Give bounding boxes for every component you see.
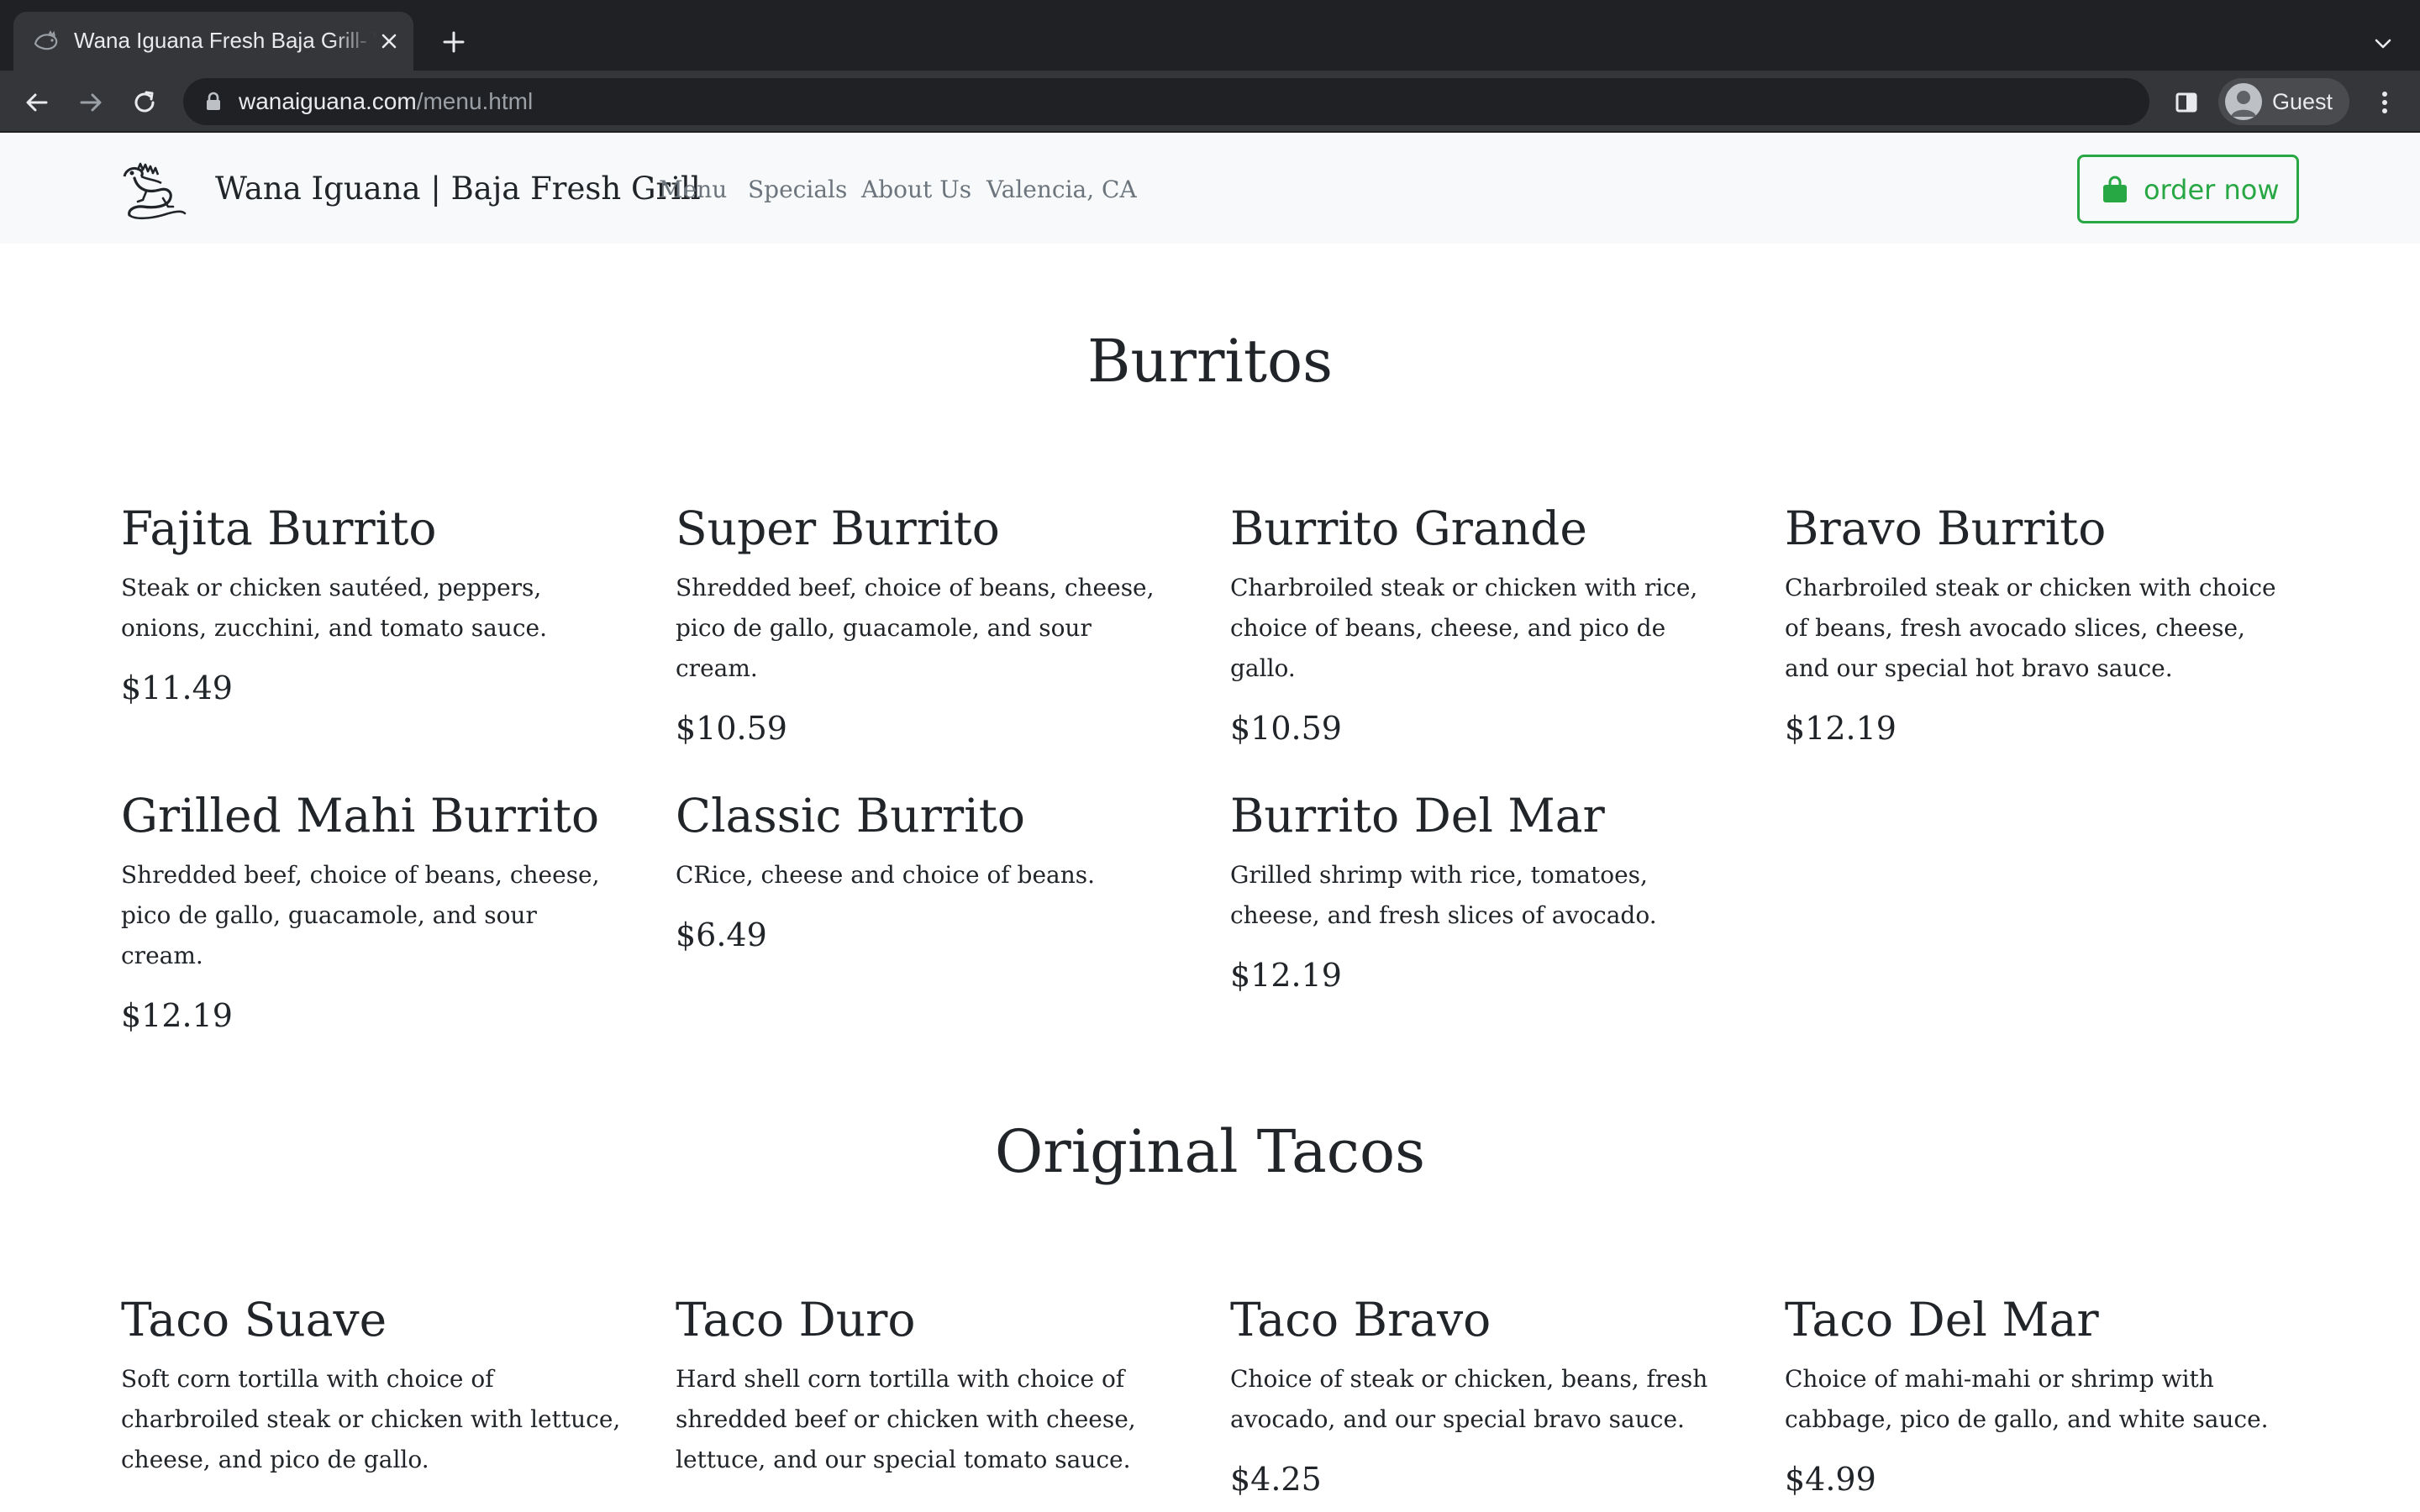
url-text[interactable]: wanaiguana.com/menu.html (239, 87, 533, 117)
menu-item: Fajita Burrito Steak or chicken sautéed,… (121, 499, 625, 709)
tab-title: Wana Iguana Fresh Baja Grill- Valencia, … (74, 28, 376, 53)
reload-icon[interactable] (126, 84, 163, 121)
item-name: Super Burrito (676, 501, 1000, 555)
item-description: Soft corn tortilla with choice of charbr… (121, 1365, 621, 1473)
item-price: $10.59 (676, 710, 787, 747)
section-title-original-tacos: Original Tacos (994, 1117, 1426, 1186)
order-now-button[interactable]: order now (2077, 155, 2299, 223)
item-price: $11.49 (121, 669, 233, 706)
item-name: Taco Bravo (1230, 1293, 1491, 1347)
menu-item: Classic Burrito CRice, cheese and choice… (676, 786, 1180, 956)
item-price: $4.99 (1785, 1461, 1876, 1498)
item-name: Taco Del Mar (1785, 1293, 2099, 1347)
item-description: Choice of mahi-mahi or shrimp with cabba… (1785, 1365, 2269, 1433)
item-description: Charbroiled steak or chicken with rice, … (1230, 574, 1698, 682)
item-description: CRice, cheese and choice of beans. (676, 861, 1096, 889)
guest-avatar-icon (2225, 83, 2262, 120)
item-price: $6.49 (676, 916, 767, 953)
browser-tab[interactable]: Wana Iguana Fresh Baja Grill- Valencia, … (13, 12, 413, 71)
order-now-label: order now (2144, 174, 2280, 206)
menu-item: Bravo Burrito Charbroiled steak or chick… (1785, 499, 2289, 749)
item-price: $4.25 (1230, 1461, 1322, 1498)
browser-toolbar: wanaiguana.com/menu.html Guest (0, 71, 2420, 133)
item-description: Choice of steak or chicken, beans, fresh… (1230, 1365, 1708, 1433)
menu-item: Burrito Grande Charbroiled steak or chic… (1230, 499, 1734, 749)
close-tab-icon[interactable] (373, 25, 405, 57)
item-name: Classic Burrito (676, 789, 1026, 843)
url-host: wanaiguana.com (239, 88, 417, 114)
site-navbar: Wana Iguana | Baja Fresh Grill Menu Spec… (0, 134, 2420, 244)
item-description: Hard shell corn tortilla with choice of … (676, 1365, 1136, 1473)
side-panel-icon[interactable] (2168, 84, 2205, 121)
item-price: $10.59 (1230, 710, 1342, 747)
section-title-burritos: Burritos (1086, 327, 1334, 396)
item-description: Shredded beef, choice of beans, cheese, … (676, 574, 1155, 682)
item-name: Fajita Burrito (121, 501, 437, 555)
nav-link-location[interactable]: Valencia, CA (986, 173, 1137, 207)
menu-item: Grilled Mahi Burrito Shredded beef, choi… (121, 786, 625, 1037)
shopping-bag-icon (2103, 176, 2127, 202)
menu-item: Super Burrito Shredded beef, choice of b… (676, 499, 1180, 749)
browser-tab-strip: Wana Iguana Fresh Baja Grill- Valencia, … (0, 0, 2420, 71)
menu-item: Taco Del Mar Choice of mahi-mahi or shri… (1785, 1290, 2289, 1500)
menu-item: Taco Duro Hard shell corn tortilla with … (676, 1290, 1180, 1499)
new-tab-plus-icon[interactable] (435, 24, 472, 60)
nav-link-about-us[interactable]: About Us (861, 173, 971, 207)
url-path: /menu.html (416, 88, 534, 114)
more-vertical-icon[interactable] (2366, 84, 2403, 121)
item-name: Bravo Burrito (1785, 501, 2107, 555)
tab-search-chevron-down-icon[interactable] (2365, 25, 2402, 62)
address-bar[interactable]: wanaiguana.com/menu.html (183, 78, 2149, 125)
item-price: $12.19 (1785, 710, 1897, 747)
item-name: Burrito Del Mar (1230, 789, 1605, 843)
item-price: $12.19 (121, 997, 233, 1034)
nav-link-menu[interactable]: Menu (659, 173, 727, 207)
item-name: Burrito Grande (1230, 501, 1587, 555)
item-price: $12.19 (1230, 957, 1342, 994)
iguana-logo-icon[interactable] (118, 151, 190, 223)
menu-item: Taco Bravo Choice of steak or chicken, b… (1230, 1290, 1734, 1500)
forward-arrow-icon[interactable] (72, 84, 109, 121)
back-arrow-icon[interactable] (18, 84, 55, 121)
profile-label: Guest (2272, 89, 2333, 114)
iguana-favicon-icon (34, 29, 58, 50)
item-description: Steak or chicken sautéed, peppers, onion… (121, 574, 547, 642)
item-description: Shredded beef, choice of beans, cheese, … (121, 861, 600, 969)
menu-item: Burrito Del Mar Grilled shrimp with rice… (1230, 786, 1734, 996)
brand-name[interactable]: Wana Iguana | Baja Fresh Grill (215, 168, 701, 210)
item-description: Charbroiled steak or chicken with choice… (1785, 574, 2276, 682)
nav-link-specials[interactable]: Specials (748, 173, 847, 207)
item-name: Taco Duro (676, 1293, 916, 1347)
item-name: Grilled Mahi Burrito (121, 789, 600, 843)
item-name: Taco Suave (121, 1293, 387, 1347)
menu-item: Taco Suave Soft corn tortilla with choic… (121, 1290, 625, 1499)
item-description: Grilled shrimp with rice, tomatoes, chee… (1230, 861, 1657, 929)
lock-icon[interactable] (202, 90, 225, 113)
profile-button[interactable]: Guest (2218, 78, 2349, 125)
